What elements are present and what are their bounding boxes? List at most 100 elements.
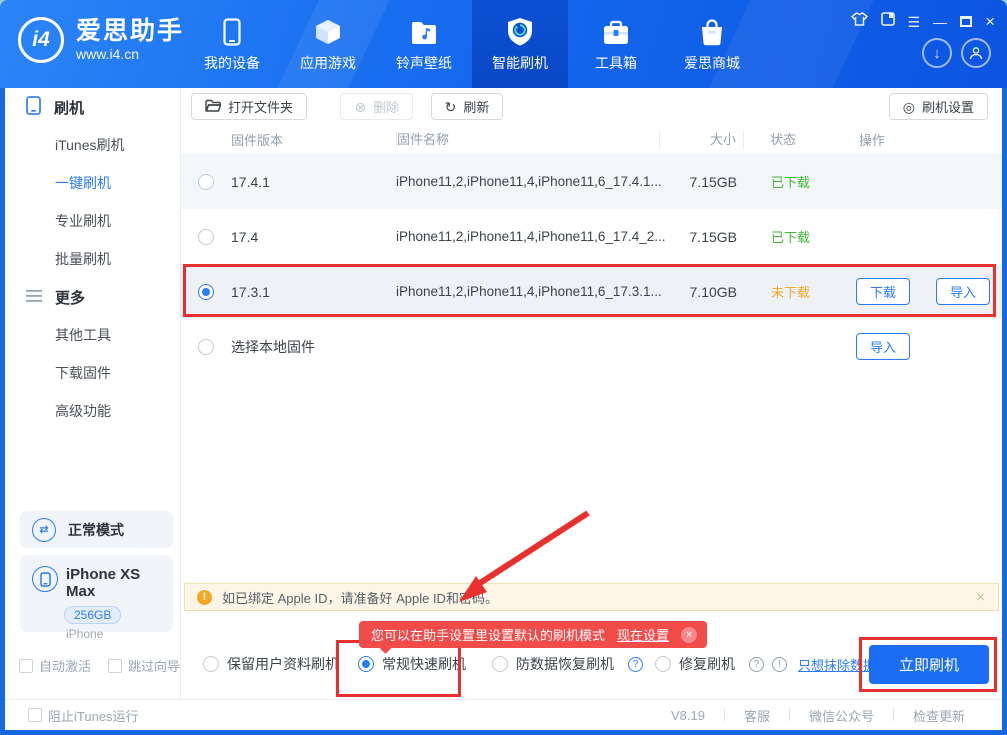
radio-unselected-icon[interactable] — [198, 339, 214, 355]
device-capacity-badge: 256GB — [64, 606, 121, 624]
import-local-firmware-button[interactable]: 导入 — [856, 333, 910, 360]
flash-now-button[interactable]: 立即刷机 — [869, 645, 989, 684]
cell-size: 7.15GB — [659, 229, 743, 245]
radio-selected-icon[interactable] — [198, 284, 214, 300]
nav-my-device[interactable]: 我的设备 — [184, 0, 280, 88]
sidebar: 刷机 iTunes刷机 一键刷机 专业刷机 批量刷机 更多 其他工具 下载固件 … — [5, 88, 181, 699]
checkbox-label: 跳过向导 — [128, 656, 180, 675]
help-icon[interactable]: ? — [749, 657, 764, 672]
table-row-17-4[interactable]: 17.4 iPhone11,2,iPhone11,4,iPhone11,6_17… — [181, 209, 1002, 264]
refresh-button[interactable]: ↻ 刷新 — [431, 93, 504, 120]
open-folder-button[interactable]: 打开文件夹 — [191, 93, 307, 120]
apple-id-notice-bar: ! 如已绑定 Apple ID，请准备好 Apple ID和密码。 × — [184, 583, 999, 611]
music-folder-icon — [410, 16, 438, 46]
flash-settings-button[interactable]: ◎ 刷机设置 — [889, 93, 988, 120]
app-window: i4 爱思助手 www.i4.cn 我的设备 应用游戏 — [0, 0, 1007, 735]
sidebar-item-other-tools[interactable]: 其他工具 — [5, 316, 180, 354]
mode-label: 正常模式 — [68, 520, 124, 540]
main-nav: 我的设备 应用游戏 铃声壁纸 智能刷机 — [184, 0, 760, 88]
option-normal-fast-flash[interactable]: 常规快速刷机 — [358, 651, 466, 677]
tooltip-close-icon[interactable]: × — [681, 627, 697, 643]
footer-links: V8.19 客服 微信公众号 检查更新 — [652, 706, 984, 725]
nav-label: 铃声壁纸 — [396, 53, 452, 73]
notice-close-icon[interactable]: × — [976, 589, 985, 606]
button-label: 刷新 — [463, 97, 489, 116]
device-card[interactable]: iPhone XS Max 256GB iPhone — [20, 555, 173, 632]
cell-name: iPhone11,2,iPhone11,4,iPhone11,6_17.4.1.… — [396, 174, 659, 189]
nav-label: 爱思商城 — [684, 53, 740, 73]
close-button[interactable]: × — [985, 15, 995, 29]
button-label: 刷机设置 — [922, 97, 974, 116]
delete-icon: ⊗ — [354, 100, 366, 114]
radio-unselected-icon[interactable] — [198, 174, 214, 190]
info-icon[interactable]: ! — [772, 657, 787, 672]
minimize-button[interactable]: — — [933, 15, 947, 29]
radio-selected-icon — [358, 656, 374, 672]
table-row-local-firmware[interactable]: 选择本地固件 导入 — [181, 319, 1002, 374]
checkbox-icon — [28, 708, 42, 722]
skin-theme-icon[interactable] — [851, 12, 868, 31]
col-firmware-name: 固件名称 — [396, 132, 659, 148]
nav-store[interactable]: 爱思商城 — [664, 0, 760, 88]
nav-toolbox[interactable]: 工具箱 — [568, 0, 664, 88]
import-firmware-button[interactable]: 导入 — [936, 278, 990, 305]
cell-version: 17.3.1 — [231, 284, 396, 300]
sidebar-group-more: 更多 — [5, 278, 180, 316]
menu-icon[interactable]: ☰ — [908, 15, 921, 29]
shopping-bag-icon — [699, 16, 725, 46]
sidebar-item-itunes-flash[interactable]: iTunes刷机 — [5, 126, 180, 164]
option-keep-user-data[interactable]: 保留用户资料刷机 — [203, 651, 339, 677]
device-type: iPhone — [66, 627, 173, 641]
table-row-17-4-1[interactable]: 17.4.1 iPhone11,2,iPhone11,4,iPhone11,6_… — [181, 154, 1002, 209]
maximize-button[interactable] — [960, 16, 972, 27]
app-logo: i4 爱思助手 www.i4.cn — [18, 17, 184, 63]
nav-smart-flash[interactable]: 智能刷机 — [472, 0, 568, 88]
nav-label: 我的设备 — [204, 53, 260, 73]
user-account-icon[interactable] — [961, 38, 991, 68]
download-center-icon[interactable]: ↓ — [922, 38, 952, 68]
sidebar-item-download-firmware[interactable]: 下载固件 — [5, 354, 180, 392]
sidebar-item-advanced-features[interactable]: 高级功能 — [5, 392, 180, 430]
delete-button[interactable]: ⊗ 删除 — [340, 93, 413, 120]
more-menu-icon — [26, 289, 42, 306]
help-icon[interactable]: ? — [628, 657, 643, 672]
col-firmware-version: 固件版本 — [231, 130, 396, 149]
sidebar-item-pro-flash[interactable]: 专业刷机 — [5, 202, 180, 240]
check-update-link[interactable]: 检查更新 — [894, 706, 984, 725]
app-url: www.i4.cn — [76, 46, 184, 62]
sidebar-item-batch-flash[interactable]: 批量刷机 — [5, 240, 180, 278]
logo-i4-icon: i4 — [18, 17, 64, 63]
option-repair-flash[interactable]: 修复刷机 ? ! 只想抹除数据? — [655, 651, 883, 677]
set-now-link[interactable]: 现在设置 — [617, 625, 669, 644]
skip-setup-checkbox[interactable]: 跳过向导 — [108, 656, 180, 675]
option-anti-data-recovery[interactable]: 防数据恢复刷机 ? — [492, 651, 643, 677]
warning-icon: ! — [197, 590, 212, 605]
table-row-17-3-1-selected[interactable]: 17.3.1 iPhone11,2,iPhone11,4,iPhone11,6_… — [181, 264, 1002, 319]
nav-label: 智能刷机 — [492, 53, 548, 73]
notice-text: 如已绑定 Apple ID，请准备好 Apple ID和密码。 — [222, 588, 498, 607]
nav-label: 应用游戏 — [300, 53, 356, 73]
mode-swap-icon: ⇄ — [32, 518, 56, 542]
nav-label: 工具箱 — [595, 53, 637, 73]
normal-mode-card[interactable]: ⇄ 正常模式 — [20, 511, 173, 548]
table-header: 固件版本 固件名称 大小 状态 操作 — [181, 125, 1002, 154]
radio-unselected-icon[interactable] — [198, 229, 214, 245]
status-downloaded: 已下载 — [743, 172, 829, 191]
customer-service-link[interactable]: 客服 — [725, 706, 789, 725]
group-title: 刷机 — [54, 97, 84, 118]
cell-size: 7.10GB — [659, 284, 743, 300]
flash-mode-tooltip: 您可以在助手设置里设置默认的刷机模式 现在设置 × — [359, 621, 707, 648]
cell-name: iPhone11,2,iPhone11,4,iPhone11,6_17.3.1.… — [396, 284, 659, 299]
nav-apps-games[interactable]: 应用游戏 — [280, 0, 376, 88]
clipboard-icon[interactable] — [881, 12, 895, 31]
auto-activate-checkbox[interactable]: 自动激活 — [19, 656, 91, 675]
nav-ringtones-wallpapers[interactable]: 铃声壁纸 — [376, 0, 472, 88]
version-label: V8.19 — [652, 708, 724, 723]
download-firmware-button[interactable]: 下载 — [856, 278, 910, 305]
header-quick-actions: ↓ — [922, 38, 991, 68]
wechat-official-link[interactable]: 微信公众号 — [790, 706, 893, 725]
checkbox-icon — [108, 659, 122, 673]
cell-version: 17.4.1 — [231, 174, 396, 190]
block-itunes-checkbox[interactable]: 阻止iTunes运行 — [5, 706, 139, 725]
sidebar-item-one-click-flash[interactable]: 一键刷机 — [5, 164, 180, 202]
